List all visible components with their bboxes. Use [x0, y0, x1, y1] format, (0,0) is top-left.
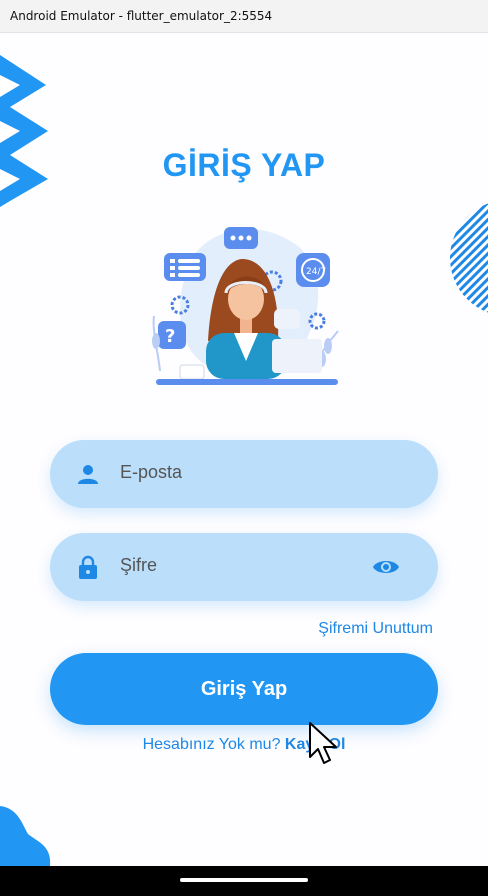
svg-text:24/7: 24/7 [306, 267, 326, 277]
eye-icon[interactable] [372, 555, 400, 579]
email-placeholder: E-posta [120, 462, 183, 482]
blob-decoration [0, 806, 51, 866]
striped-circle-decoration [450, 200, 488, 316]
lock-icon [79, 555, 97, 579]
signup-row: Hesabınız Yok mu? Kayıt Ol [0, 736, 488, 754]
zigzag-decoration [0, 55, 48, 207]
email-field[interactable]: E-posta [50, 440, 438, 508]
person-icon [78, 465, 98, 484]
mouse-cursor-icon [309, 722, 337, 764]
android-nav-bar [0, 866, 488, 896]
home-gesture-handle[interactable] [180, 878, 308, 882]
signup-prompt: Hesabınız Yok mu? [142, 736, 281, 753]
window-title: Android Emulator - flutter_emulator_2:55… [10, 9, 273, 23]
forgot-password-link[interactable]: Şifremi Unuttum [318, 620, 433, 638]
support-agent-illustration: 24/7 ? [152, 227, 339, 385]
emulator-window: Android Emulator - flutter_emulator_2:55… [0, 0, 488, 896]
page-title: GİRİŞ YAP [162, 147, 326, 183]
password-field[interactable]: Şifre [50, 533, 438, 601]
svg-text:?: ? [165, 326, 175, 347]
password-placeholder: Şifre [120, 555, 158, 575]
app-screen: GİRİŞ YAP 24/7 ? E-posta Şifre Şifremi U… [0, 33, 488, 866]
login-button[interactable]: Giriş Yap [50, 653, 438, 725]
window-titlebar: Android Emulator - flutter_emulator_2:55… [0, 0, 488, 33]
